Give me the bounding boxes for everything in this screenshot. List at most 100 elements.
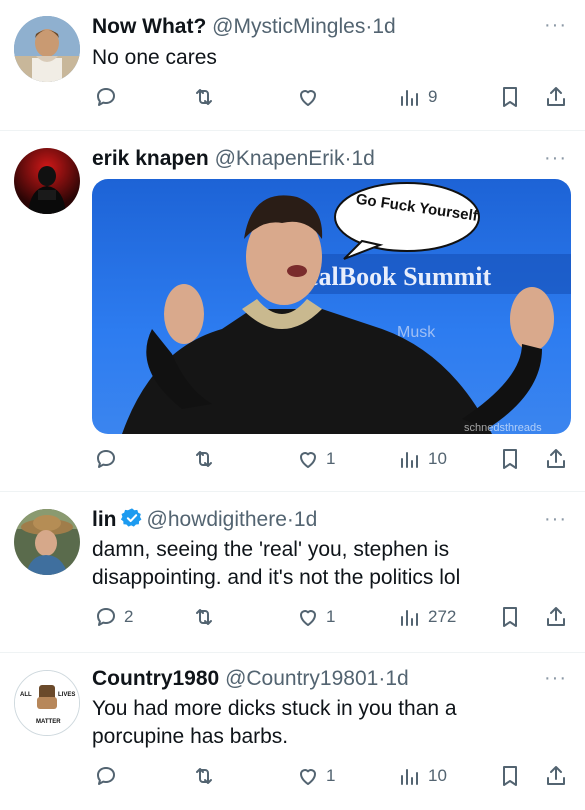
tweet-header: lin @howdigithere·1d [92, 507, 317, 533]
display-name[interactable]: Now What? [92, 15, 206, 38]
action-bar: 1 10 [92, 761, 572, 791]
like-icon [300, 90, 316, 106]
reply-button[interactable] [94, 761, 124, 791]
reply-icon [97, 88, 115, 106]
timestamp[interactable]: 1d [294, 508, 317, 531]
reply-icon [97, 767, 115, 785]
tweet-text: No one cares [92, 46, 217, 69]
background-sign-text: ealBook Summit [307, 262, 492, 291]
user-handle[interactable]: @KnapenErik [215, 147, 345, 170]
views-count: 10 [428, 766, 447, 785]
views-icon [401, 452, 418, 468]
bookmark-button[interactable] [498, 444, 522, 474]
retweet-button[interactable] [192, 444, 222, 474]
like-count: 1 [326, 766, 336, 785]
views-count: 10 [428, 449, 447, 468]
action-bar: 1 10 [92, 444, 572, 474]
tweet-text-line: You had more dicks stuck in you than a [92, 697, 457, 720]
reply-icon [97, 608, 115, 626]
bookmark-button[interactable] [498, 82, 522, 112]
more-icon[interactable]: ··· [544, 668, 567, 688]
views-count: 272 [428, 607, 457, 626]
tweet-text-line: damn, seeing the 'real' you, stephen is [92, 538, 450, 561]
like-button[interactable]: 1 [296, 602, 335, 632]
reply-button[interactable] [94, 82, 124, 112]
tweet[interactable]: erik knapen @KnapenErik·1d ··· ealBook S… [0, 131, 585, 491]
bookmark-icon [503, 449, 517, 469]
reply-button[interactable] [94, 444, 124, 474]
retweet-icon [196, 451, 212, 467]
share-button[interactable] [544, 602, 568, 632]
tweet-image[interactable]: ealBook Summit Musk Go Fuck Yourself sch… [92, 179, 571, 434]
like-button[interactable]: 1 [296, 761, 335, 791]
bookmark-icon [503, 766, 517, 786]
retweet-icon [196, 609, 212, 625]
share-button[interactable] [544, 761, 568, 791]
more-icon[interactable]: ··· [544, 148, 567, 168]
user-handle[interactable]: @Country19801 [225, 667, 378, 690]
more-icon[interactable]: ··· [544, 509, 567, 529]
share-icon [547, 449, 565, 468]
avatar-text-left: ALL [20, 692, 32, 698]
share-button[interactable] [544, 444, 568, 474]
like-icon [300, 769, 316, 785]
share-button[interactable] [544, 82, 568, 112]
tweet[interactable]: ALL LIVES MATTER Country1980 @Country198… [0, 653, 585, 810]
like-button[interactable]: 1 [296, 444, 335, 474]
timestamp[interactable]: 1d [372, 15, 395, 38]
user-handle[interactable]: @MysticMingles [212, 15, 365, 38]
retweet-button[interactable] [192, 82, 222, 112]
views-icon [401, 769, 418, 785]
views-count: 9 [428, 87, 438, 106]
reply-button[interactable]: 2 [94, 602, 133, 632]
like-count: 1 [326, 607, 336, 626]
watermark: schnedsthreads [464, 422, 542, 434]
tweet-header: Country1980 @Country19801·1d [92, 666, 409, 692]
bookmark-button[interactable] [498, 761, 522, 791]
tweet-text-line: disappointing. and it's not the politics… [92, 566, 461, 589]
user-handle[interactable]: @howdigithere [147, 508, 287, 531]
bookmark-button[interactable] [498, 602, 522, 632]
timestamp[interactable]: 1d [385, 667, 408, 690]
avatar[interactable]: ALL LIVES MATTER [14, 670, 80, 736]
reply-icon [97, 450, 115, 468]
avatar[interactable] [14, 16, 80, 82]
views-button[interactable]: 9 [398, 82, 437, 112]
tweet-header: Now What? @MysticMingles·1d [92, 14, 396, 40]
bookmark-icon [503, 607, 517, 627]
display-name[interactable]: Country1980 [92, 667, 219, 690]
retweet-button[interactable] [192, 602, 222, 632]
views-button[interactable]: 10 [398, 761, 447, 791]
like-button[interactable] [296, 82, 326, 112]
views-button[interactable]: 10 [398, 444, 447, 474]
action-bar: 2 1 272 [92, 602, 572, 632]
bookmark-icon [503, 87, 517, 107]
views-button[interactable]: 272 [398, 602, 456, 632]
avatar[interactable] [14, 509, 80, 575]
avatar-text-bottom: MATTER [36, 719, 61, 725]
dot-separator: · [286, 508, 294, 531]
views-icon [401, 610, 418, 626]
retweet-button[interactable] [192, 761, 222, 791]
tweet[interactable]: Now What? @MysticMingles·1d ··· No one c… [0, 0, 585, 130]
more-icon[interactable]: ··· [544, 15, 567, 35]
action-bar: 9 [92, 82, 572, 112]
verified-badge-icon [120, 508, 141, 527]
share-icon [547, 87, 565, 106]
retweet-icon [196, 768, 212, 784]
tweet-text: damn, seeing the 'real' you, stephen is … [92, 536, 562, 592]
tweet-text: You had more dicks stuck in you than a p… [92, 695, 562, 751]
timestamp[interactable]: 1d [351, 147, 374, 170]
tweet-text-line: porcupine has barbs. [92, 725, 289, 748]
display-name[interactable]: lin [92, 508, 117, 531]
tweet[interactable]: lin @howdigithere·1d ··· damn, seeing the… [0, 492, 585, 652]
avatar-text-right: LIVES [58, 692, 75, 698]
like-icon [300, 610, 316, 626]
share-icon [547, 607, 565, 626]
display-name[interactable]: erik knapen [92, 147, 209, 170]
reply-count: 2 [124, 607, 134, 626]
share-icon [547, 766, 565, 785]
views-icon [401, 90, 418, 106]
retweet-icon [196, 89, 212, 105]
avatar[interactable] [14, 148, 80, 214]
